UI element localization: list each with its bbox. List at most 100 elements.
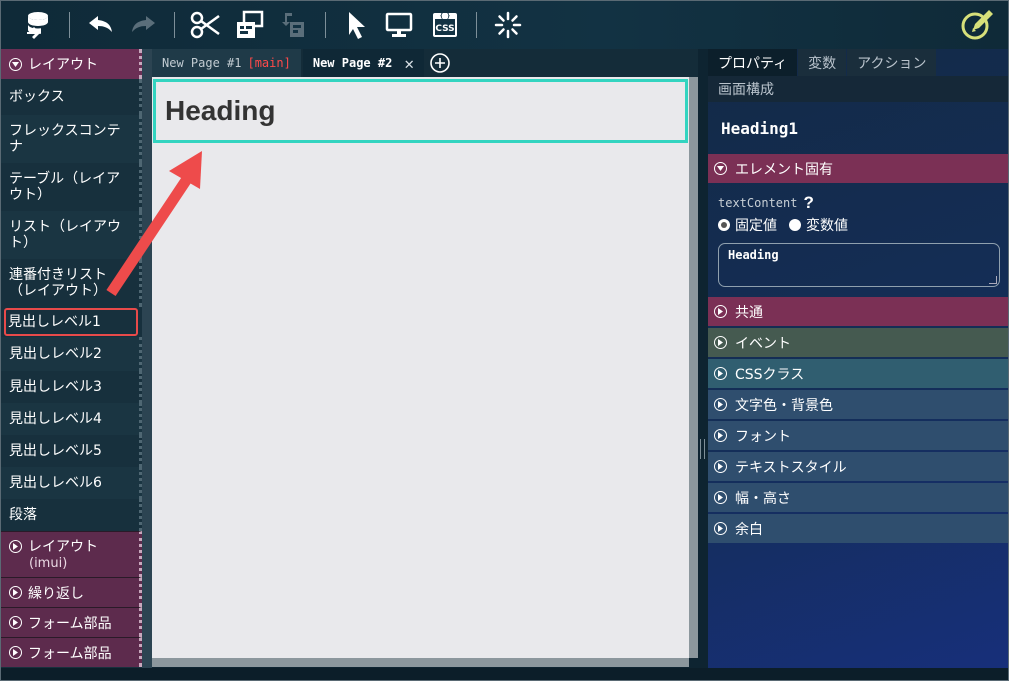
radio-variable-value[interactable]: [789, 219, 801, 231]
undo-icon[interactable]: [82, 6, 120, 44]
section-element-specific[interactable]: エレメント固有: [708, 154, 1008, 183]
palette-item-box[interactable]: ボックス: [1, 79, 142, 115]
palette-item-flex-container[interactable]: フレックスコンテナ: [1, 115, 142, 163]
resize-handle-icon[interactable]: [989, 276, 997, 284]
chevron-right-icon: [714, 491, 727, 504]
palette-item-ordered-list-layout[interactable]: 連番付きリスト（レイアウト）: [1, 259, 142, 307]
splitter-grip-icon[interactable]: [700, 439, 705, 459]
section-margin[interactable]: 余白: [708, 514, 1008, 543]
element-title: Heading1: [721, 118, 799, 138]
section-label: イベント: [735, 335, 791, 352]
chevron-right-icon: [714, 398, 727, 411]
scissors-icon[interactable]: [187, 6, 225, 44]
toolbar: { } CSS: [1, 1, 1008, 49]
palette-section-label: レイアウト: [28, 539, 98, 555]
chevron-right-icon: [714, 429, 727, 442]
pencil-icon[interactable]: [958, 6, 996, 44]
tab-actions[interactable]: アクション: [847, 49, 937, 76]
design-canvas[interactable]: [152, 77, 689, 658]
main-badge: [main]: [247, 56, 291, 70]
chevron-right-icon: [714, 367, 727, 380]
add-tab-icon[interactable]: [426, 49, 454, 77]
section-size[interactable]: 幅・高さ: [708, 483, 1008, 512]
panel-tabs: プロパティ 変数 アクション: [708, 49, 1008, 76]
element-specific-properties: textContent ? 固定値 変数値 Heading: [708, 183, 1008, 297]
toolbar-separator: [174, 12, 175, 38]
toolbar-separator: [325, 12, 326, 38]
tab-variables[interactable]: 変数: [798, 49, 847, 76]
loading-icon[interactable]: [489, 6, 527, 44]
section-label: 幅・高さ: [735, 490, 791, 507]
css-icon[interactable]: { } CSS: [426, 6, 464, 44]
section-color[interactable]: 文字色・背景色: [708, 390, 1008, 419]
toolbar-separator: [69, 12, 70, 38]
chevron-right-icon: [714, 460, 727, 473]
chevron-right-icon: [9, 539, 22, 553]
chevron-right-icon: [9, 616, 22, 629]
section-label: 余白: [735, 521, 763, 538]
chevron-down-icon: [9, 57, 22, 71]
palette-item-heading-level-5[interactable]: 見出しレベル5: [1, 435, 142, 467]
app-window: { } CSS レイアウト ボックス フレックスコンテナ テーブル（レイアウト） …: [0, 0, 1009, 681]
palette-section-layout-imui[interactable]: レイアウト (imui): [1, 531, 142, 577]
textcontent-textarea[interactable]: Heading: [718, 243, 1000, 287]
section-label: テキストスタイル: [735, 459, 847, 476]
textarea-value: Heading: [728, 248, 779, 262]
palette-section-label: フォーム部品: [28, 615, 112, 632]
palette-item-heading-level-4[interactable]: 見出しレベル4: [1, 403, 142, 435]
palette-item-heading-level-6[interactable]: 見出しレベル6: [1, 467, 142, 499]
palette-section-form-2[interactable]: フォーム部品: [1, 637, 142, 667]
palette-item-heading-level-3[interactable]: 見出しレベル3: [1, 371, 142, 403]
redo-icon[interactable]: [124, 6, 162, 44]
tab-screen-structure[interactable]: 画面構成: [708, 76, 1008, 102]
section-label: 文字色・背景色: [735, 397, 833, 414]
section-text-style[interactable]: テキストスタイル: [708, 452, 1008, 481]
radio-fixed-value[interactable]: [718, 219, 730, 231]
palette-item-heading-level-1[interactable]: 見出しレベル1: [4, 308, 138, 336]
section-event[interactable]: イベント: [708, 328, 1008, 357]
radio-variable-label: 変数値: [806, 218, 848, 234]
chevron-right-icon: [714, 522, 727, 535]
tab-label: New Page #2: [312, 56, 393, 70]
properties-panel: プロパティ 変数 アクション 画面構成 Heading1 エレメント固有 tex…: [708, 49, 1008, 668]
tab-properties[interactable]: プロパティ: [708, 49, 798, 76]
heading-element-selected[interactable]: Heading: [153, 79, 688, 143]
monitor-icon[interactable]: [380, 6, 418, 44]
palette-section-layout[interactable]: レイアウト: [1, 49, 142, 79]
section-css-class[interactable]: CSSクラス: [708, 359, 1008, 388]
palette-item-table-layout[interactable]: テーブル（レイアウト）: [1, 163, 142, 211]
canvas-vertical-scrollbar[interactable]: [689, 77, 698, 658]
palette-section-repeat[interactable]: 繰り返し: [1, 577, 142, 607]
toolbar-separator: [476, 12, 477, 38]
palette-scrollbar[interactable]: [142, 49, 152, 668]
palette-section-label: レイアウト: [28, 57, 98, 73]
component-palette: レイアウト ボックス フレックスコンテナ テーブル（レイアウト） リスト（レイア…: [1, 49, 142, 668]
prop-textcontent-label: textContent ?: [718, 193, 999, 213]
section-common[interactable]: 共通: [708, 297, 1008, 326]
palette-item-heading-level-2[interactable]: 見出しレベル2: [1, 337, 142, 371]
help-icon[interactable]: ?: [803, 193, 813, 213]
section-label: フォント: [735, 428, 791, 445]
pointer-icon[interactable]: [338, 6, 376, 44]
palette-item-list-layout[interactable]: リスト（レイアウト）: [1, 211, 142, 259]
palette-section-form[interactable]: フォーム部品: [1, 607, 142, 637]
canvas-horizontal-scrollbar[interactable]: [152, 658, 689, 667]
svg-text:{ }: { }: [440, 13, 451, 20]
paste-icon[interactable]: [275, 6, 313, 44]
palette-item-paragraph[interactable]: 段落: [1, 499, 142, 531]
value-type-radios: 固定値 変数値: [718, 215, 999, 235]
close-icon[interactable]: ✕: [404, 54, 414, 73]
chevron-down-icon: [714, 162, 727, 175]
database-export-icon[interactable]: [19, 6, 57, 44]
chevron-right-icon: [714, 336, 727, 349]
palette-section-label: 繰り返し: [28, 585, 84, 602]
tab-new-page-1[interactable]: New Page #1 [main]: [152, 49, 301, 77]
section-font[interactable]: フォント: [708, 421, 1008, 450]
panel-splitter[interactable]: [698, 49, 708, 668]
section-label: エレメント固有: [735, 161, 833, 178]
copy-icon[interactable]: [231, 6, 269, 44]
tab-new-page-2[interactable]: New Page #2 ✕: [302, 49, 424, 77]
status-bar: [1, 668, 1008, 680]
heading-text: Heading: [165, 95, 276, 126]
section-label: CSSクラス: [735, 366, 805, 383]
